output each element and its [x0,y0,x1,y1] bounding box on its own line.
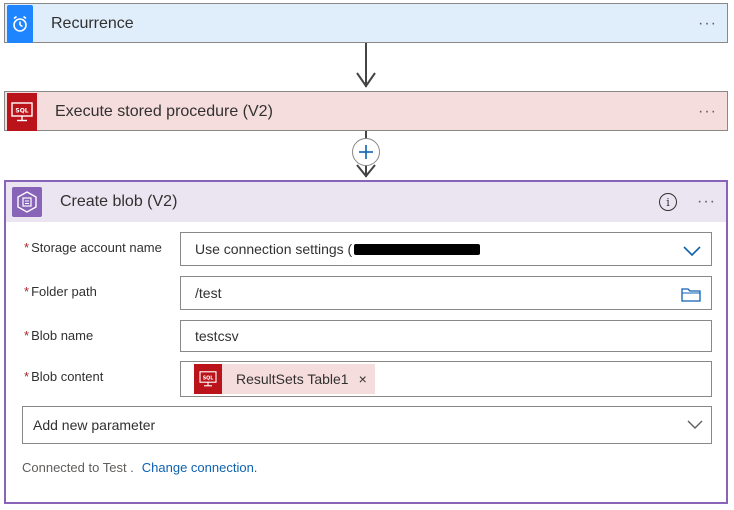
storage-account-select[interactable]: Use connection settings ( [180,232,712,266]
sql-icon: SQL [194,364,222,394]
change-connection-link[interactable]: Change connection. [142,460,258,475]
connected-text: Connected to Test . [22,460,134,475]
plus-icon [359,145,373,159]
storage-account-label-text: Storage account name [31,240,162,255]
storage-account-label: * Storage account name [24,240,162,255]
required-marker: * [24,328,30,343]
close-icon[interactable]: × [359,371,367,387]
required-marker: * [24,240,30,255]
recurrence-step[interactable]: Recurrence ··· [4,3,728,43]
blob-content-input[interactable]: SQL ResultSets Table1 × [180,361,712,397]
folder-path-label: * Folder path [24,284,97,299]
chevron-down-icon [687,420,703,429]
create-blob-title: Create blob (V2) [60,193,178,210]
more-options-icon[interactable]: ··· [698,15,717,33]
blob-name-value: testcsv [195,328,239,344]
blob-content-label-text: Blob content [31,369,104,384]
arrow-down-icon [356,164,376,178]
alarm-clock-icon [7,5,33,43]
recurrence-title: Recurrence [51,15,134,32]
more-options-icon[interactable]: ··· [698,103,717,121]
add-new-parameter-label: Add new parameter [33,417,156,433]
required-marker: * [24,284,30,299]
dynamic-content-token[interactable]: SQL ResultSets Table1 × [194,364,375,394]
chevron-down-icon[interactable] [683,243,701,259]
svg-text:SQL: SQL [203,375,214,381]
create-blob-header[interactable]: Create blob (V2) i ··· [6,182,726,222]
add-new-parameter-dropdown[interactable]: Add new parameter [22,406,712,444]
folder-path-label-text: Folder path [31,284,97,299]
create-blob-step: Create blob (V2) i ··· * Storage account … [4,180,728,504]
blob-name-input[interactable]: testcsv [180,320,712,352]
folder-icon[interactable] [681,286,701,302]
info-icon[interactable]: i [659,193,678,211]
blob-name-label: * Blob name [24,328,93,343]
insert-step-button[interactable] [352,138,380,166]
blob-storage-icon [12,187,42,217]
sql-icon: SQL [7,93,37,131]
token-label: ResultSets Table1 [236,371,349,387]
blob-content-label: * Blob content [24,369,103,384]
execute-stored-procedure-step[interactable]: SQL Execute stored procedure (V2) ··· [4,91,728,131]
svg-text:SQL: SQL [15,108,28,115]
required-marker: * [24,369,30,384]
more-options-icon[interactable]: ··· [697,193,716,211]
connection-footer: Connected to Test . Change connection. [22,460,257,475]
blob-name-label-text: Blob name [31,328,94,343]
folder-path-input[interactable]: /test [180,276,712,310]
execute-title: Execute stored procedure (V2) [55,103,273,120]
redacted-value [354,243,481,255]
arrow-down-icon [356,72,376,88]
folder-path-value: /test [195,285,222,301]
storage-account-value: Use connection settings ( [195,241,353,257]
